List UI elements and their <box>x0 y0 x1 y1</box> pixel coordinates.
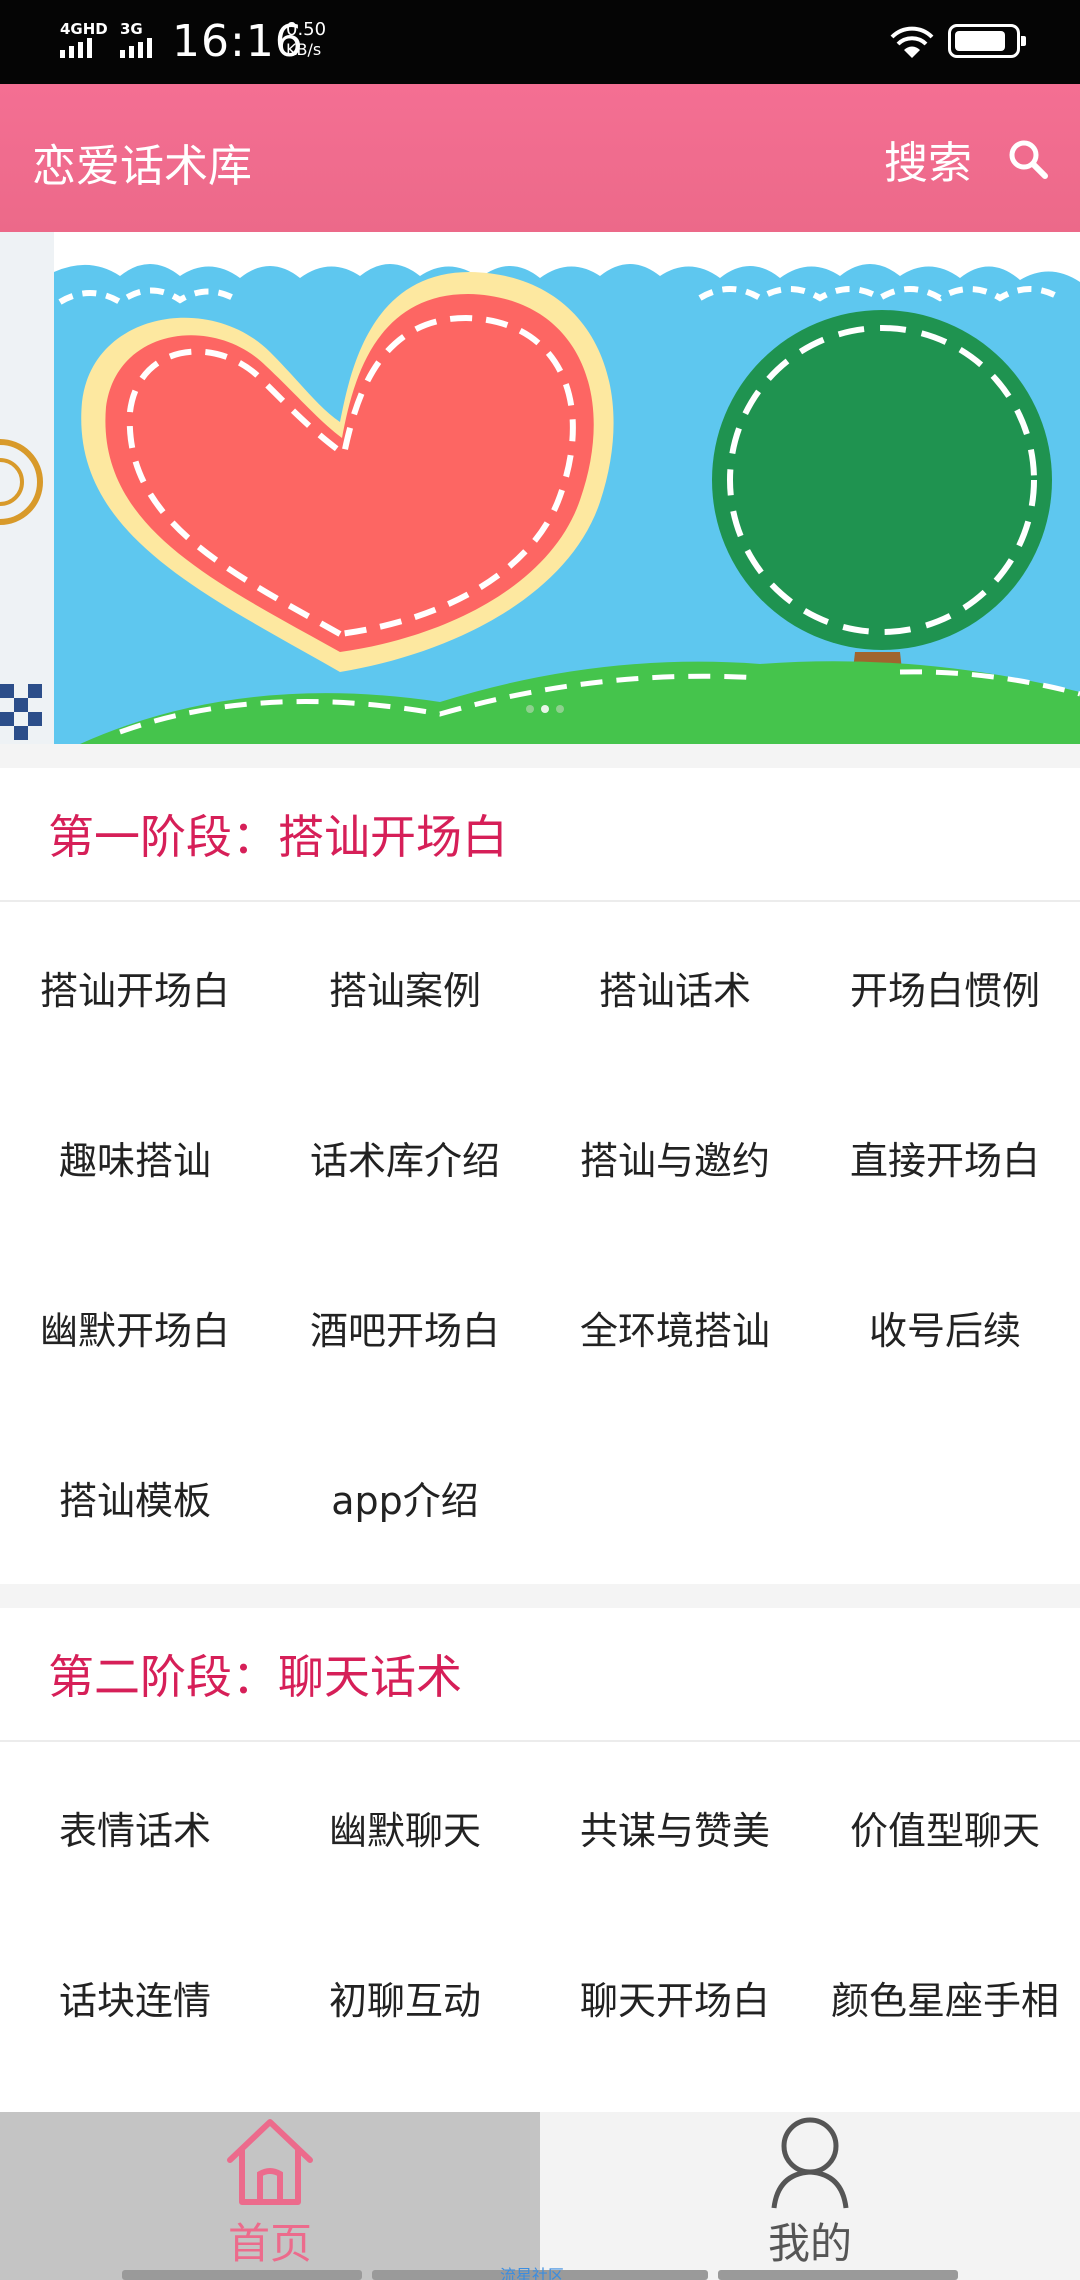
section-stage-two: 第二阶段：聊天话术 表情话术 幽默聊天 共谋与赞美 价值型聊天 话块连情 初聊互… <box>0 1608 1080 2112</box>
topic-item[interactable]: 幽默开场白 <box>0 1242 270 1412</box>
topic-item[interactable]: 共谋与赞美 <box>540 1742 810 1912</box>
search-label: 搜索 <box>884 138 972 189</box>
clock: 16:16 <box>172 16 304 67</box>
topic-grid: 表情话术 幽默聊天 共谋与赞美 价值型聊天 话块连情 初聊互动 聊天开场白 颜色… <box>0 1742 1080 2082</box>
status-bar: 4GHD 3G 16:16 0.50 KB/s <box>0 0 1080 84</box>
search-button[interactable]: 搜索 <box>884 124 1050 194</box>
topic-item[interactable]: 直接开场白 <box>810 1072 1080 1242</box>
topic-item[interactable]: 趣味搭讪 <box>0 1072 270 1242</box>
section-title: 第一阶段：搭讪开场白 <box>48 810 508 864</box>
signal-icon: 4GHD 3G <box>60 20 170 64</box>
section-title: 第二阶段：聊天话术 <box>48 1650 462 1704</box>
app-bar: 恋爱话术库 搜索 <box>0 84 1080 232</box>
home-icon <box>227 2119 313 2205</box>
topic-item[interactable]: 聊天开场白 <box>540 1912 810 2082</box>
topic-grid: 搭讪开场白 搭讪案例 搭讪话术 开场白惯例 趣味搭讪 话术库介绍 搭讪与邀约 直… <box>0 902 1080 1582</box>
topic-item[interactable]: 搭讪与邀约 <box>540 1072 810 1242</box>
topic-item[interactable]: 话块连情 <box>0 1912 270 2082</box>
bottom-nav: 首页 我的 <box>0 2112 1080 2280</box>
topic-item[interactable]: 酒吧开场白 <box>270 1242 540 1412</box>
topic-item[interactable]: 搭讪开场白 <box>0 902 270 1072</box>
banner-carousel[interactable] <box>0 232 1080 744</box>
wifi-icon <box>890 26 934 58</box>
battery-icon <box>948 24 1026 58</box>
topic-item[interactable]: 初聊互动 <box>270 1912 540 2082</box>
nav-handle <box>122 2270 362 2280</box>
topic-item[interactable]: 颜色星座手相 <box>810 1912 1080 2082</box>
topic-item[interactable]: 表情话术 <box>0 1742 270 1912</box>
topic-item[interactable]: app介绍 <box>270 1412 540 1582</box>
tab-label: 我的 <box>767 2219 852 2268</box>
section-header: 第一阶段：搭讪开场白 <box>0 768 1080 902</box>
topic-item[interactable]: 搭讪模板 <box>0 1412 270 1582</box>
network-type-label: 3G <box>120 20 143 38</box>
tab-label: 首页 <box>227 2219 312 2268</box>
network-speed-unit: KB/s <box>286 40 322 59</box>
app-title: 恋爱话术库 <box>32 141 252 192</box>
network-speed: 0.50 KB/s <box>286 20 326 60</box>
topic-item[interactable]: 全环境搭讪 <box>540 1242 810 1412</box>
network-type-label: 4GHD <box>60 20 108 38</box>
topic-item[interactable]: 幽默聊天 <box>270 1742 540 1912</box>
tab-mine[interactable]: 我的 <box>540 2112 1080 2280</box>
network-speed-value: 0.50 <box>286 19 327 40</box>
topic-item[interactable]: 收号后续 <box>810 1242 1080 1412</box>
watermark: 流星社区 <box>500 2266 565 2280</box>
section-header: 第二阶段：聊天话术 <box>0 1608 1080 1742</box>
nav-handle <box>718 2270 958 2280</box>
topic-item[interactable]: 搭讪案例 <box>270 902 540 1072</box>
topic-item[interactable]: 开场白惯例 <box>810 902 1080 1072</box>
topic-item[interactable]: 价值型聊天 <box>810 1742 1080 1912</box>
tab-home[interactable]: 首页 <box>0 2112 540 2280</box>
section-stage-one: 第一阶段：搭讪开场白 搭讪开场白 搭讪案例 搭讪话术 开场白惯例 趣味搭讪 话术… <box>0 768 1080 1584</box>
topic-item[interactable]: 话术库介绍 <box>270 1072 540 1242</box>
banner-image <box>0 232 1080 744</box>
search-icon <box>1009 140 1048 179</box>
user-icon <box>771 2117 849 2209</box>
topic-item[interactable]: 搭讪话术 <box>540 902 810 1072</box>
